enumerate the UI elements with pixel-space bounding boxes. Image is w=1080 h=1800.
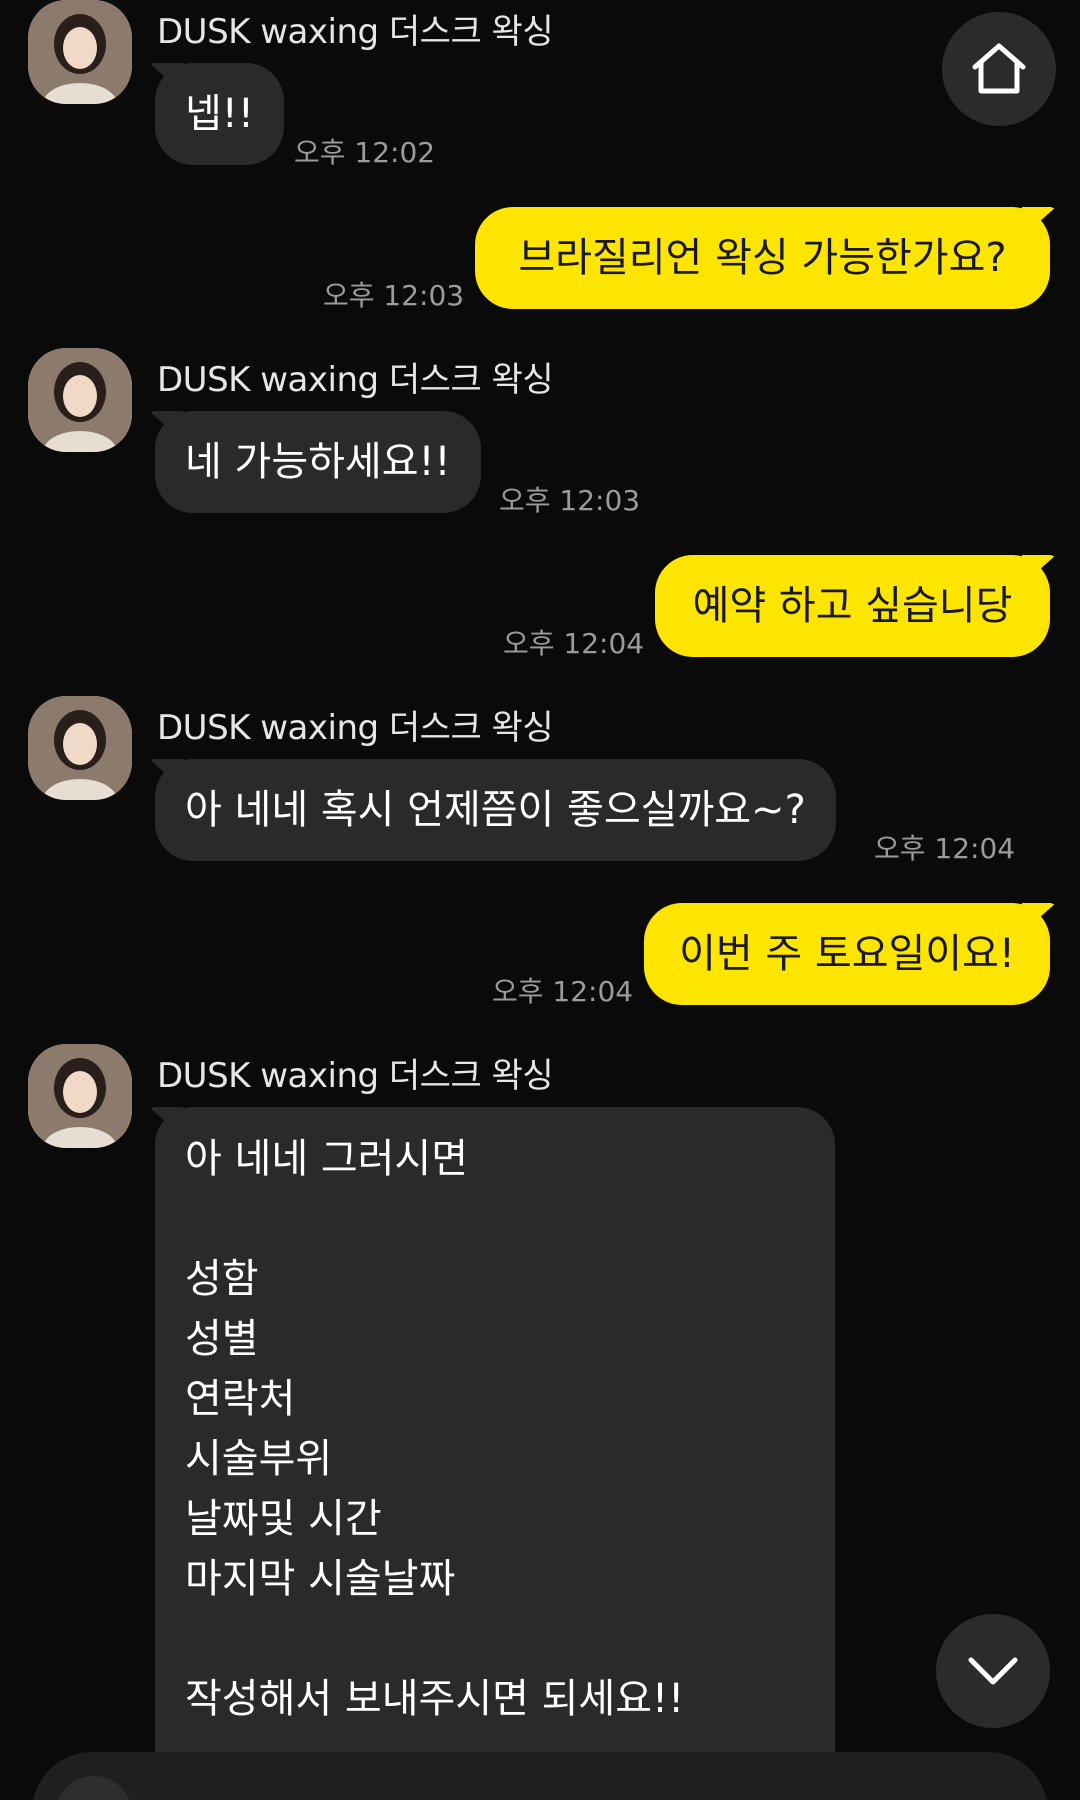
- message-line: 성함: [185, 1256, 259, 1302]
- scroll-to-bottom-button[interactable]: [936, 1614, 1050, 1728]
- avatar[interactable]: [28, 0, 132, 104]
- message-timestamp: 오후 12:03: [323, 279, 465, 312]
- message-line: 마지막 시술날짜: [185, 1556, 456, 1602]
- message-timestamp: 오후 12:04: [503, 627, 645, 660]
- incoming-message-bubble[interactable]: 넵!!: [155, 63, 284, 165]
- avatar[interactable]: [28, 696, 132, 800]
- message-timestamp: 오후 12:04: [874, 832, 1016, 865]
- message-line: [185, 1609, 805, 1669]
- message-input-bar[interactable]: [32, 1752, 1048, 1800]
- outgoing-message-bubble[interactable]: 이번 주 토요일이요!: [644, 903, 1050, 1005]
- message-line: 연락처: [185, 1376, 296, 1422]
- sender-name: DUSK waxing 더스크 왁싱: [157, 360, 554, 400]
- message-line: 아 네네 그러시면: [185, 1136, 469, 1182]
- outgoing-message-bubble[interactable]: 예약 하고 싶습니당: [655, 555, 1050, 657]
- message-line: [185, 1189, 805, 1249]
- attach-button[interactable]: [56, 1776, 132, 1800]
- incoming-message-bubble[interactable]: 네 가능하세요!!: [155, 411, 481, 513]
- incoming-message-bubble[interactable]: 아 네네 그러시면 성함 성별 연락처 시술부위 날짜및 시간 마지막 시술날짜…: [155, 1107, 835, 1800]
- chat-screen: DUSK waxing 더스크 왁싱 넵!! 오후 12:02 브라질리언 왁싱…: [0, 0, 1080, 1800]
- message-timestamp: 오후 12:04: [492, 975, 634, 1008]
- sender-name: DUSK waxing 더스크 왁싱: [157, 708, 554, 748]
- message-line: 날짜및 시간: [185, 1496, 382, 1542]
- incoming-message-bubble[interactable]: 아 네네 혹시 언제쯤이 좋으실까요~?: [155, 759, 836, 861]
- message-text: 이번 주 토요일이요!: [679, 931, 1015, 977]
- message-line: 시술부위: [185, 1436, 333, 1482]
- message-text: 아 네네 혹시 언제쯤이 좋으실까요~?: [185, 787, 806, 833]
- outgoing-message-bubble[interactable]: 브라질리언 왁싱 가능한가요?: [475, 207, 1050, 309]
- home-icon: [972, 43, 1026, 94]
- message-line: 작성해서 보내주시면 되세요!!: [185, 1676, 685, 1722]
- message-text: 예약 하고 싶습니당: [692, 583, 1013, 629]
- message-text: 네 가능하세요!!: [185, 439, 451, 485]
- sender-name: DUSK waxing 더스크 왁싱: [157, 1056, 554, 1096]
- avatar[interactable]: [28, 348, 132, 452]
- home-button[interactable]: [942, 12, 1056, 126]
- message-line: 성별: [185, 1316, 259, 1362]
- message-timestamp: 오후 12:03: [499, 484, 641, 517]
- message-text: 브라질리언 왁싱 가능한가요?: [518, 235, 1007, 281]
- sender-name: DUSK waxing 더스크 왁싱: [157, 12, 554, 52]
- avatar[interactable]: [28, 1044, 132, 1148]
- message-timestamp: 오후 12:02: [294, 136, 436, 169]
- chevron-down-icon: [968, 1657, 1018, 1685]
- message-text: 넵!!: [185, 91, 254, 137]
